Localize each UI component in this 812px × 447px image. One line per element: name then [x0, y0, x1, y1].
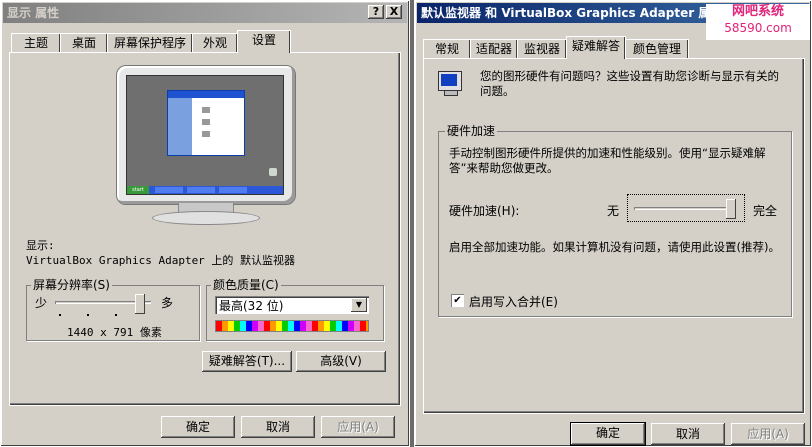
tab-label: 外观 — [202, 36, 227, 50]
monitor-screen: start — [126, 75, 284, 195]
apply-button[interactable]: 应用(A) — [731, 423, 805, 445]
tab-settings[interactable]: 设置 — [237, 30, 291, 53]
accel-label: 硬件加速(H): — [449, 204, 520, 218]
dropdown-arrow-icon[interactable]: ▼ — [351, 298, 367, 312]
tab-label: 屏幕保护程序 — [113, 36, 186, 50]
apply-button[interactable]: 应用(A) — [321, 416, 395, 438]
monitor-icon — [438, 71, 462, 99]
mini-window — [167, 90, 245, 156]
window-title: 显示 属性 — [7, 6, 60, 20]
accel-full-label: 完全 — [753, 204, 778, 218]
ok-button[interactable]: 确定 — [161, 416, 235, 438]
settings-panel: start 显示: VirtualBox Graphics Adapter 上的… — [9, 52, 401, 406]
tab-label: 常规 — [434, 42, 459, 56]
write-combining-label[interactable]: 启用写入合并(E) — [469, 293, 558, 310]
tab-label: 适配器 — [475, 42, 512, 56]
tab-general[interactable]: 常规 — [423, 39, 471, 59]
watermark-top: 网吧系统 — [731, 4, 784, 19]
adapter-properties-window: 默认监视器 和 VirtualBox Graphics Adapter 属性 常… — [414, 0, 812, 447]
display-device-name: VirtualBox Graphics Adapter 上的 默认监视器 — [26, 254, 296, 267]
tab-label: 设置 — [251, 33, 276, 47]
accel-none-label: 无 — [607, 204, 620, 218]
accel-slider-box — [627, 194, 745, 222]
title-bar[interactable]: 显示 属性 — [3, 3, 407, 23]
resolution-value: 1440 x 791 像素 — [67, 326, 162, 339]
color-group-label: 颜色质量(C) — [211, 278, 281, 292]
watermark-bottom: 58590.com — [724, 21, 792, 35]
tab-label: 监视器 — [523, 42, 560, 56]
tab-label: 桌面 — [71, 36, 96, 50]
resolution-group-label: 屏幕分辨率(S) — [31, 278, 112, 292]
tab-monitor[interactable]: 监视器 — [517, 39, 567, 59]
cancel-button[interactable]: 取消 — [651, 423, 725, 445]
mini-start-button: start — [127, 186, 149, 194]
ok-button[interactable]: 确定 — [571, 423, 645, 445]
color-spectrum-bar — [215, 320, 369, 332]
color-quality-value: 最高(32 位) — [219, 299, 284, 313]
troubleshoot-button[interactable]: 疑难解答(T)... — [202, 351, 292, 372]
accel-group-label: 硬件加速 — [445, 124, 498, 138]
accel-slider-thumb[interactable] — [726, 199, 736, 219]
resolution-less-label: 少 — [35, 296, 48, 310]
color-quality-select[interactable]: 最高(32 位) ▼ — [215, 296, 369, 314]
color-quality-group: 颜色质量(C) 最高(32 位) ▼ — [206, 278, 384, 341]
accel-description: 手动控制图形硬件所提供的加速和性能级别。使用“显示疑难解答”来帮助您做更改。 — [449, 146, 766, 175]
tab-appearance[interactable]: 外观 — [192, 33, 238, 53]
tab-themes[interactable]: 主题 — [11, 33, 61, 53]
resolution-group: 屏幕分辨率(S) 少 多 1440 x 791 像素 — [26, 278, 200, 341]
tab-label: 颜色管理 — [632, 42, 681, 56]
tab-label: 主题 — [23, 36, 48, 50]
tab-adapter[interactable]: 适配器 — [470, 39, 518, 59]
intro-text: 您的图形硬件有问题吗？这些设置有助您诊断与显示有关的问题。 — [480, 69, 779, 98]
monitor-icon: start — [116, 65, 296, 225]
accel-slider-track[interactable] — [634, 207, 736, 210]
cancel-button[interactable]: 取消 — [241, 416, 315, 438]
resolution-slider-thumb[interactable] — [135, 294, 145, 314]
site-watermark: 网吧系统 58590.com — [706, 4, 810, 40]
advanced-button[interactable]: 高级(V) — [296, 351, 386, 372]
display-label: 显示: — [26, 239, 55, 252]
tab-label: 疑难解答 — [571, 39, 620, 53]
tab-color-management[interactable]: 颜色管理 — [625, 39, 689, 59]
accel-status: 启用全部加速功能。如果计算机没有问题，请使用此设置(推荐)。 — [449, 240, 780, 254]
write-combining-checkbox[interactable]: ✔ — [451, 294, 464, 307]
tab-screensaver[interactable]: 屏幕保护程序 — [107, 33, 193, 53]
close-button[interactable]: X — [386, 5, 402, 19]
resolution-more-label: 多 — [161, 296, 174, 310]
display-properties-window: 显示 属性 ? X 主题 桌面 屏幕保护程序 外观 设置 start 显示: V… — [0, 0, 410, 447]
mini-taskbar: start — [127, 186, 283, 194]
tab-desktop[interactable]: 桌面 — [60, 33, 108, 53]
help-button[interactable]: ? — [368, 5, 384, 19]
tab-troubleshoot[interactable]: 疑难解答 — [566, 36, 626, 59]
window-title: 默认监视器 和 VirtualBox Graphics Adapter 属性 — [421, 6, 723, 20]
troubleshoot-panel: 您的图形硬件有问题吗？这些设置有助您诊断与显示有关的问题。 硬件加速 手动控制图… — [423, 58, 805, 414]
checkbox-icon: ✔ — [453, 295, 462, 306]
hardware-acceleration-group: 硬件加速 手动控制图形硬件所提供的加速和性能级别。使用“显示疑难解答”来帮助您做… — [438, 124, 792, 317]
